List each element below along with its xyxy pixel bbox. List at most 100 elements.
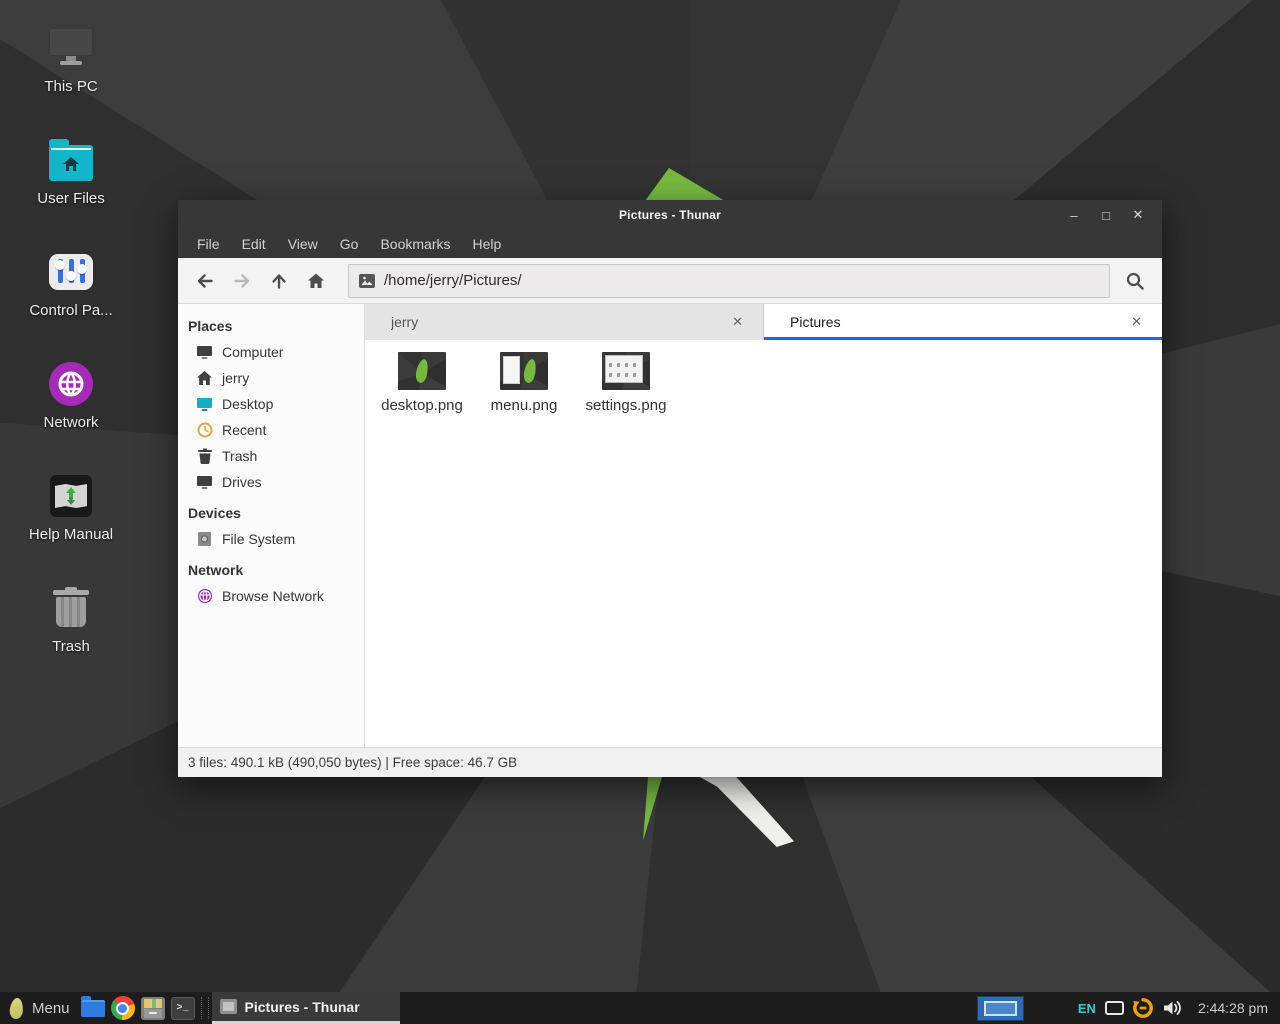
file-list[interactable]: desktop.png menu.png settings.png [365, 340, 1162, 747]
computer-icon [49, 28, 93, 68]
file-name: settings.png [586, 397, 667, 414]
sidebar-item-label: File System [222, 531, 295, 547]
path-bar[interactable]: /home/jerry/Pictures/ [348, 264, 1110, 298]
desktop-icon-control-panel[interactable]: Control Pa... [18, 248, 124, 319]
title-bar[interactable]: Pictures - Thunar – □ ✕ [178, 200, 1162, 230]
workspace-window-outline [984, 1001, 1017, 1016]
image-thumbnail [602, 352, 650, 390]
desktop-icon-this-pc[interactable]: This PC [18, 24, 124, 95]
launcher-terminal[interactable]: >_ [168, 992, 198, 1024]
tab-label: Pictures [790, 314, 1125, 330]
tab-close-icon[interactable]: ✕ [726, 312, 749, 332]
menu-view[interactable]: View [277, 230, 329, 258]
terminal-icon: >_ [171, 997, 195, 1020]
volume-tray-icon[interactable] [1162, 999, 1182, 1017]
home-glyph-icon [63, 157, 79, 171]
keyboard-layout-indicator[interactable]: EN [1078, 1001, 1096, 1016]
trash-icon [196, 448, 213, 465]
file-desktop-png[interactable]: desktop.png [371, 352, 473, 414]
tab-pictures[interactable]: Pictures ✕ [764, 304, 1162, 340]
path-text: /home/jerry/Pictures/ [384, 272, 522, 289]
sidebar-header-places: Places [178, 314, 364, 339]
chrome-icon [111, 996, 135, 1020]
sidebar-item-browse-network[interactable]: Browse Network [178, 583, 364, 609]
file-settings-png[interactable]: settings.png [575, 352, 677, 414]
sidebar-item-label: Recent [222, 422, 266, 438]
file-name: desktop.png [381, 397, 463, 414]
main-pane: jerry ✕ Pictures ✕ desktop.png menu.png [365, 304, 1162, 747]
green-arrows-glyph-icon [64, 487, 78, 505]
desktop-icon-network[interactable]: Network [18, 360, 124, 431]
forward-button[interactable] [225, 264, 259, 298]
file-menu-png[interactable]: menu.png [473, 352, 575, 414]
sidebar-item-trash[interactable]: Trash [178, 443, 364, 469]
computer-icon [196, 344, 213, 361]
hard-disk-icon [196, 531, 213, 548]
task-button-label: Pictures - Thunar [245, 999, 360, 1015]
sidebar-item-drives[interactable]: Drives [178, 469, 364, 495]
desktop-icon-label: User Files [37, 190, 105, 207]
sidebar-item-label: Drives [222, 474, 262, 490]
image-thumbnail [500, 352, 548, 390]
thunar-window: Pictures - Thunar – □ ✕ File Edit View G… [178, 200, 1162, 777]
menu-go[interactable]: Go [329, 230, 370, 258]
network-globe-icon [49, 362, 93, 406]
sidebar-item-label: Desktop [222, 396, 273, 412]
launcher-chrome[interactable] [108, 992, 138, 1024]
taskbar: Menu >_ Pictures - Thunar EN 2:44:28 pm [0, 992, 1280, 1024]
sidebar-item-jerry[interactable]: jerry [178, 365, 364, 391]
sidebar-item-computer[interactable]: Computer [178, 339, 364, 365]
desktop-icon-trash[interactable]: Trash [18, 584, 124, 655]
image-file-icon [359, 274, 375, 288]
search-button[interactable] [1116, 262, 1154, 300]
workspace-switcher[interactable] [977, 996, 1024, 1021]
desktop-icon-help-manual[interactable]: Help Manual [18, 472, 124, 543]
sidebar-item-desktop[interactable]: Desktop [178, 391, 364, 417]
desktop-icon-label: This PC [44, 78, 97, 95]
sidebar-item-file-system[interactable]: File System [178, 526, 364, 552]
mint-logo-icon [9, 997, 24, 1019]
forward-arrow-icon [232, 271, 252, 291]
file-cabinet-icon [141, 997, 165, 1020]
control-panel-icon [49, 254, 93, 290]
sidebar-item-recent[interactable]: Recent [178, 417, 364, 443]
desktop-icon-user-files[interactable]: User Files [18, 136, 124, 207]
menu-edit[interactable]: Edit [231, 230, 277, 258]
task-button-thunar[interactable]: Pictures - Thunar [212, 992, 400, 1024]
home-button[interactable] [299, 264, 333, 298]
desktop-icon-label: Trash [52, 638, 90, 655]
window-content: Places Computer jerry Desktop Recent Tra… [178, 304, 1162, 747]
menu-file[interactable]: File [186, 230, 231, 258]
tab-jerry[interactable]: jerry ✕ [365, 304, 764, 340]
desktop-icon-label: Control Pa... [29, 302, 112, 319]
update-manager-tray-icon[interactable] [1132, 997, 1154, 1019]
back-arrow-icon [195, 271, 215, 291]
desktop-icon-label: Network [43, 414, 98, 431]
toolbar: /home/jerry/Pictures/ [178, 258, 1162, 304]
sidebar-item-label: jerry [222, 370, 249, 386]
file-name: menu.png [491, 397, 558, 414]
minimize-button[interactable]: – [1062, 203, 1086, 227]
help-manual-icon [50, 475, 92, 517]
status-bar: 3 files: 490.1 kB (490,050 bytes) | Free… [178, 747, 1162, 777]
close-button[interactable]: ✕ [1126, 203, 1150, 227]
window-controls: – □ ✕ [1062, 200, 1150, 230]
menu-bookmarks[interactable]: Bookmarks [369, 230, 461, 258]
refresh-orange-icon [1132, 997, 1154, 1019]
clock[interactable]: 2:44:28 pm [1198, 1000, 1268, 1016]
tab-close-icon[interactable]: ✕ [1125, 312, 1148, 332]
menu-button[interactable]: Menu [8, 992, 78, 1024]
launcher-file-manager[interactable] [78, 992, 108, 1024]
up-arrow-icon [269, 271, 289, 291]
menu-bar: File Edit View Go Bookmarks Help [178, 230, 1162, 258]
launcher-archive[interactable] [138, 992, 168, 1024]
image-thumbnail [398, 352, 446, 390]
up-button[interactable] [262, 264, 296, 298]
maximize-button[interactable]: □ [1094, 203, 1118, 227]
trash-icon [53, 590, 89, 630]
back-button[interactable] [188, 264, 222, 298]
sidebar: Places Computer jerry Desktop Recent Tra… [178, 304, 365, 747]
home-icon [196, 370, 213, 387]
menu-help[interactable]: Help [462, 230, 513, 258]
display-tray-icon[interactable] [1105, 1001, 1124, 1015]
